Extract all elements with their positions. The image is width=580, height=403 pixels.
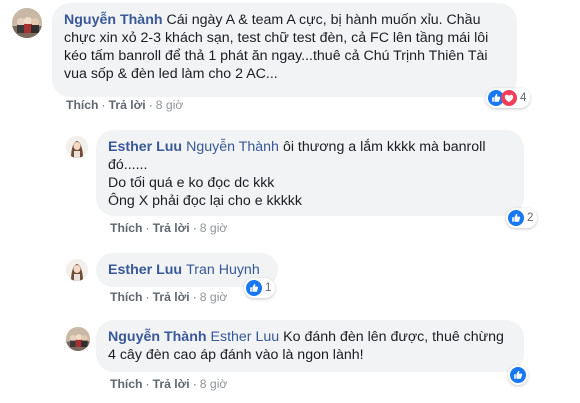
like-button[interactable]: Thích xyxy=(110,290,143,304)
comment-text-line: Ko đánh đèn lên được, thuê chừng xyxy=(283,329,504,345)
comment-bubble: Nguyễn Thành Cái ngày A & team A cực, bị … xyxy=(52,3,517,97)
reaction-summary[interactable]: 1 xyxy=(244,278,276,298)
timestamp[interactable]: 8 giờ xyxy=(200,290,228,304)
comment-text-line: chực xin xỏ 2-3 khách sạn, test chữ test… xyxy=(64,30,489,46)
like-button[interactable]: Thích xyxy=(66,98,99,112)
reply-button[interactable]: Trả lời xyxy=(153,221,190,235)
mention-link[interactable]: Esther Luu xyxy=(211,329,280,345)
mention-link[interactable]: Tran Huynh xyxy=(186,262,260,278)
like-button[interactable]: Thích xyxy=(110,221,143,235)
comment-text-line: vua sốp & đèn led làm cho 2 AC... xyxy=(64,66,278,82)
comment-actions: Thích · Trả lời · 8 giờ xyxy=(66,98,184,112)
like-icon xyxy=(508,210,524,226)
avatar[interactable] xyxy=(66,136,88,158)
comment-text-line: Cái ngày A & team A cực, bị hành muốn xỉ… xyxy=(166,12,481,28)
mention-link[interactable]: Nguyễn Thành xyxy=(186,139,279,155)
author-name[interactable]: Esther Luu xyxy=(108,262,182,278)
reaction-count: 4 xyxy=(520,92,527,104)
reaction-count: 2 xyxy=(527,212,534,224)
reaction-summary[interactable]: 4 xyxy=(486,88,531,108)
timestamp[interactable]: 8 giờ xyxy=(156,98,184,112)
comment-bubble: Esther Luu Nguyễn Thành ôi thương a lắm kk… xyxy=(96,130,524,216)
avatar[interactable] xyxy=(66,259,88,281)
reaction-summary[interactable] xyxy=(508,365,528,385)
avatar[interactable] xyxy=(66,327,90,351)
timestamp[interactable]: 8 giờ xyxy=(200,221,228,235)
comment-bubble: Nguyễn Thành Esther Luu Ko đánh đèn lên đư… xyxy=(96,320,524,372)
comment-actions: Thích · Trả lời · 8 giờ xyxy=(110,221,228,235)
like-icon xyxy=(246,280,262,296)
reaction-summary[interactable]: 2 xyxy=(506,208,538,228)
reply-button[interactable]: Trả lời xyxy=(153,377,190,391)
comment-actions: Thích · Trả lời · 8 giờ xyxy=(110,290,228,304)
like-icon xyxy=(510,367,526,383)
author-name[interactable]: Nguyễn Thành xyxy=(108,329,207,345)
comment-text-line: đó...... xyxy=(108,157,148,173)
reply-button[interactable]: Trả lời xyxy=(153,290,190,304)
love-icon xyxy=(501,90,517,106)
timestamp[interactable]: 8 giờ xyxy=(200,377,228,391)
author-name[interactable]: Nguyễn Thành xyxy=(64,12,163,28)
comment-text-line: ôi thương a lắm kkkk mà banroll xyxy=(282,139,486,155)
comment-text-line: 4 cây đèn cao áp đánh vào là ngon lành! xyxy=(108,347,364,363)
avatar[interactable] xyxy=(12,8,42,38)
like-button[interactable]: Thích xyxy=(110,377,143,391)
author-name[interactable]: Esther Luu xyxy=(108,139,182,155)
comment-text-line: Ông X phải đọc lại cho e kkkkk xyxy=(108,193,302,209)
comment-text-line: kéo tấm banroll để thả 1 phát ăn ngay...… xyxy=(64,48,488,64)
reply-button[interactable]: Trả lời xyxy=(109,98,146,112)
reaction-count: 1 xyxy=(265,282,272,294)
comment-actions: Thích · Trả lời · 8 giờ xyxy=(110,377,228,391)
comment-text-line: Do tối quá e ko đọc dc kkk xyxy=(108,175,275,191)
